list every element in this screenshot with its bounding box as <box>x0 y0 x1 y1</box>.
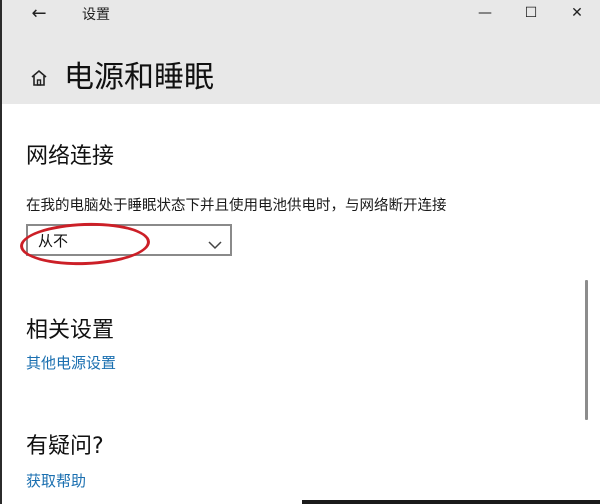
settings-content: 网络连接 在我的电脑处于睡眠状态下并且使用电池供电时，与网络断开连接 从不 相关… <box>2 104 600 504</box>
back-button[interactable]: ← <box>22 0 56 26</box>
title-bar: ← 设置 — ☐ ✕ 电源和睡眠 <box>2 0 600 104</box>
bottom-edge-strip <box>302 500 600 504</box>
window-title: 设置 <box>82 7 110 23</box>
minimize-button[interactable]: — <box>462 0 508 26</box>
page-title: 电源和睡眠 <box>64 60 214 95</box>
scrollbar-thumb[interactable] <box>585 280 588 420</box>
close-icon: ✕ <box>571 5 583 21</box>
network-disconnect-select[interactable]: 从不 <box>26 224 232 256</box>
chevron-down-icon <box>208 235 222 250</box>
minimize-icon: — <box>478 5 492 21</box>
back-arrow-icon: ← <box>31 2 47 24</box>
home-icon[interactable] <box>28 67 50 89</box>
maximize-icon: ☐ <box>524 5 538 21</box>
network-description: 在我的电脑处于睡眠状态下并且使用电池供电时，与网络断开连接 <box>26 198 447 214</box>
related-settings-heading: 相关设置 <box>26 318 115 343</box>
help-heading: 有疑问? <box>26 434 104 459</box>
page-header: 电源和睡眠 <box>28 58 214 98</box>
maximize-button[interactable]: ☐ <box>508 0 554 26</box>
close-button[interactable]: ✕ <box>554 0 600 26</box>
select-value: 从不 <box>38 232 69 250</box>
other-power-settings-link[interactable]: 其他电源设置 <box>26 352 116 373</box>
settings-window: ← 设置 — ☐ ✕ 电源和睡眠 网络连接 在我的电脑处于睡眠状态下并且使用电池… <box>0 0 600 504</box>
network-heading: 网络连接 <box>26 144 115 169</box>
get-help-link[interactable]: 获取帮助 <box>26 470 86 491</box>
window-controls: — ☐ ✕ <box>462 0 600 26</box>
